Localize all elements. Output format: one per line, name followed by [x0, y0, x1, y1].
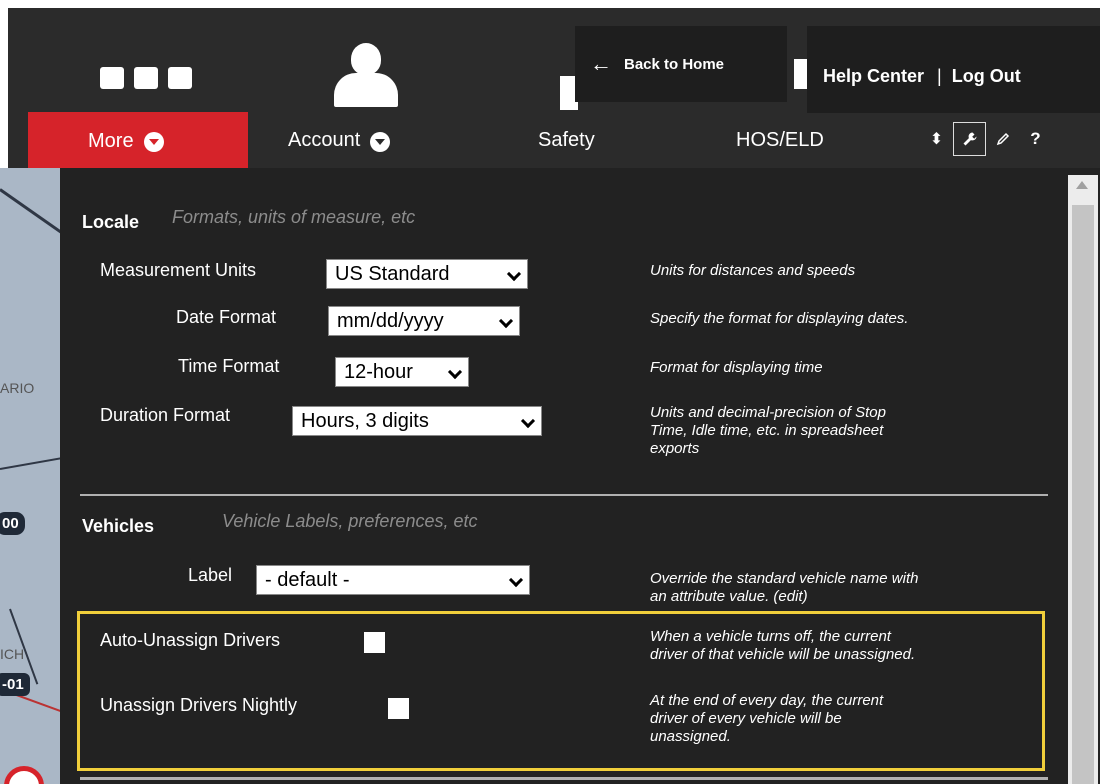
nav-more[interactable]: More	[28, 112, 248, 170]
map-badge[interactable]: -01	[0, 673, 30, 696]
section-divider	[80, 777, 1048, 780]
vehicle-label-select[interactable]: - default -	[256, 565, 530, 595]
log-out-link[interactable]: Log Out	[952, 66, 1021, 86]
auto-unassign-checkbox[interactable]	[364, 632, 385, 653]
chevron-down-icon	[508, 572, 524, 588]
sort-icon[interactable]: ⬍	[920, 122, 953, 156]
separator: |	[937, 66, 942, 86]
map-background[interactable]: ARIO ICH 00 -01	[0, 168, 64, 784]
arrow-left-icon: ←	[590, 51, 612, 76]
desc-line: At the end of every day, the current	[650, 692, 884, 709]
vehicle-label-value: - default -	[265, 568, 350, 591]
nav-account[interactable]: Account	[288, 113, 391, 168]
duration-format-label: Duration Format	[100, 405, 231, 425]
desc-line: driver of every vehicle will be	[650, 710, 842, 727]
back-to-home-button[interactable]: ← Back to Home	[575, 26, 787, 102]
desc-line: an attribute value. (edit)	[650, 588, 808, 605]
measurement-units-label: Measurement Units	[100, 260, 257, 280]
chevron-down-icon	[520, 413, 536, 429]
date-format-label: Date Format	[176, 307, 277, 327]
duration-format-value: Hours, 3 digits	[301, 409, 429, 432]
scrollbar[interactable]	[1068, 175, 1098, 784]
desc-line: Units and decimal-precision of Stop	[650, 404, 886, 421]
help-icon[interactable]: ?	[1019, 122, 1052, 156]
locale-title: Locale	[82, 212, 140, 232]
desc-line: driver of that vehicle will be unassigne…	[650, 646, 916, 663]
locale-subtitle: Formats, units of measure, etc	[172, 207, 416, 227]
unassign-nightly-checkbox[interactable]	[388, 698, 409, 719]
back-to-home-label: Back to Home	[624, 55, 725, 73]
section-divider	[80, 494, 1048, 496]
auto-unassign-label: Auto-Unassign Drivers	[100, 630, 281, 650]
chevron-down-icon	[370, 131, 391, 152]
date-format-value: mm/dd/yyyy	[337, 309, 444, 332]
desc-line: exports	[650, 440, 700, 457]
auto-unassign-desc: When a vehicle turns off, the current dr…	[650, 628, 915, 664]
vehicle-label-desc: Override the standard vehicle name with …	[650, 570, 918, 606]
unassign-nightly-desc: At the end of every day, the current dri…	[650, 692, 883, 746]
desc-line: Override the standard vehicle name with	[650, 570, 919, 587]
vehicle-label-label: Label	[188, 565, 233, 585]
unassign-nightly-label: Unassign Drivers Nightly	[100, 695, 298, 715]
help-center-link[interactable]: Help Center	[823, 66, 924, 86]
wrench-icon[interactable]	[953, 122, 986, 156]
vehicles-title: Vehicles	[82, 516, 155, 536]
desc-line: unassigned.	[650, 728, 731, 745]
account-links: Help Center | Log Out	[807, 26, 1100, 113]
vehicles-subtitle: Vehicle Labels, preferences, etc	[222, 511, 478, 531]
time-format-value: 12-hour	[344, 360, 413, 383]
time-format-label: Time Format	[178, 356, 280, 376]
measurement-units-select[interactable]: US Standard	[326, 259, 528, 289]
scroll-thumb[interactable]	[1072, 205, 1094, 784]
chevron-down-icon	[506, 266, 522, 282]
chevron-down-icon	[143, 132, 164, 152]
nav-hos-eld[interactable]: HOS/ELD	[736, 113, 824, 168]
scroll-up-icon[interactable]	[1076, 181, 1088, 189]
nav-safety-label: Safety	[538, 129, 595, 151]
duration-format-desc: Units and decimal-precision of Stop Time…	[650, 404, 886, 458]
chevron-down-icon	[498, 313, 514, 329]
measurement-units-desc: Units for distances and speeds	[650, 262, 856, 279]
map-marker-icon[interactable]	[4, 766, 44, 784]
apps-icon[interactable]	[100, 63, 192, 93]
nav-more-label: More	[88, 129, 134, 152]
nav-account-label: Account	[288, 129, 361, 151]
map-label: ICH	[0, 646, 25, 662]
chevron-down-icon	[447, 364, 463, 380]
duration-format-select[interactable]: Hours, 3 digits	[292, 406, 542, 436]
measurement-units-value: US Standard	[335, 262, 450, 285]
pencil-icon[interactable]	[986, 122, 1019, 156]
user-icon[interactable]	[334, 43, 398, 109]
toolbar: ⬍ ?	[920, 122, 1052, 158]
nav-safety[interactable]: Safety	[538, 113, 595, 168]
time-format-select[interactable]: 12-hour	[335, 357, 469, 387]
date-format-desc: Specify the format for displaying dates.	[650, 310, 909, 327]
nav-hos-label: HOS/ELD	[736, 129, 824, 151]
date-format-select[interactable]: mm/dd/yyyy	[328, 306, 520, 336]
map-label: ARIO	[0, 380, 35, 396]
desc-line: When a vehicle turns off, the current	[650, 628, 891, 645]
desc-line: Time, Idle time, etc. in spreadsheet	[650, 422, 884, 439]
map-badge[interactable]: 00	[0, 512, 25, 535]
time-format-desc: Format for displaying time	[650, 359, 823, 376]
